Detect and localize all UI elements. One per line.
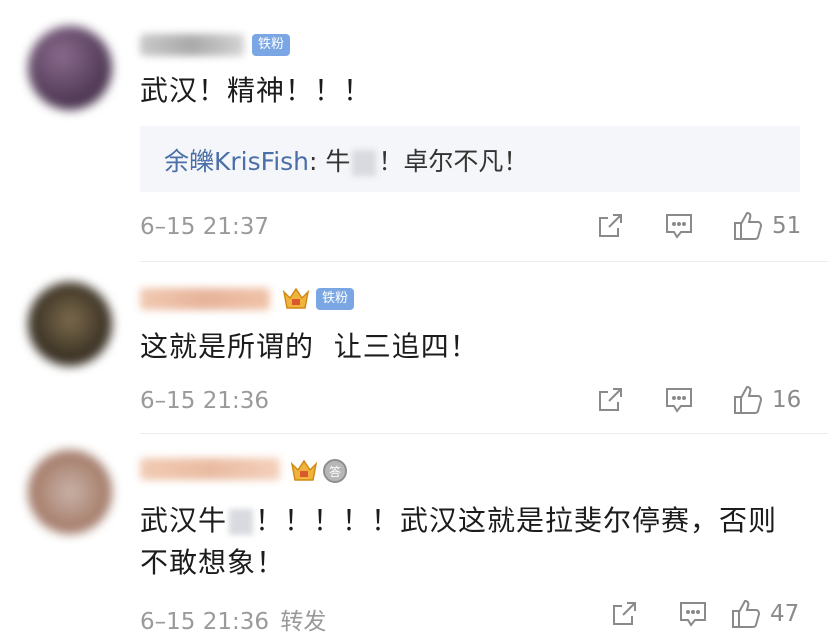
reply-text-after: ！卓尔不凡！: [378, 147, 529, 176]
comment-icon: [680, 602, 706, 627]
username[interactable]: [140, 288, 270, 310]
share-icon: [599, 214, 622, 237]
share-icon: [613, 602, 636, 625]
like-count: 47: [770, 601, 800, 627]
medal-icon: 答: [322, 458, 348, 484]
comment-text-after: ！！！！！武汉这就是拉斐尔停赛，否则: [255, 504, 778, 537]
comment-button[interactable]: [664, 386, 694, 414]
like-button[interactable]: 47: [730, 598, 799, 630]
timestamp: 6–15 21:36: [140, 609, 269, 635]
like-count: 16: [772, 387, 802, 413]
comment-text: 武汉！精神！！！: [140, 74, 373, 107]
comment-text-line2: 不敢想象！: [140, 546, 286, 579]
reply-line: 余皪KrisFish: 牛 ！卓尔不凡！: [164, 142, 528, 178]
avatar[interactable]: [28, 26, 112, 110]
like-icon: [734, 211, 763, 240]
comment-button[interactable]: [678, 600, 708, 628]
username[interactable]: [140, 458, 280, 480]
comment-icon: [666, 388, 692, 413]
avatar[interactable]: [28, 282, 112, 366]
fan-badge: 铁粉: [252, 34, 291, 56]
crown-icon: [290, 458, 318, 482]
comment-button[interactable]: [664, 212, 694, 240]
medal-text: 答: [329, 464, 341, 479]
like-button[interactable]: 51: [732, 210, 801, 242]
reply-text-before: 牛: [325, 147, 351, 176]
comment-text-before: 武汉牛: [140, 504, 228, 537]
like-icon: [734, 385, 763, 414]
comment-text: 这就是所谓的 让三追四！: [140, 330, 479, 363]
crown-icon: [282, 286, 310, 310]
censored-text: [352, 150, 377, 176]
username[interactable]: [140, 34, 244, 56]
reply-box[interactable]: 余皪KrisFish: 牛 ！卓尔不凡！: [140, 126, 800, 192]
timestamp: 6–15 21:37: [140, 214, 269, 240]
like-count: 51: [772, 213, 802, 239]
reply-username[interactable]: 余皪KrisFish: [164, 147, 309, 176]
forward-link[interactable]: 转发: [280, 609, 326, 635]
timestamp-row: 6–15 21:36 转发: [140, 602, 326, 636]
share-button[interactable]: [596, 212, 624, 240]
avatar[interactable]: [28, 450, 112, 534]
like-icon: [732, 599, 761, 628]
comment-3: 答 武汉牛 ！！！！！武汉这就是拉斐尔停赛，否则 不敢想象！ 6–15 21:36…: [0, 434, 828, 642]
like-button[interactable]: 16: [732, 384, 801, 416]
share-icon: [599, 388, 622, 411]
reply-separator: :: [309, 147, 326, 176]
comment-1: 铁粉 武汉！精神！！！ 余皪KrisFish: 牛 ！卓尔不凡！ 6–15 21:…: [0, 0, 828, 262]
fan-badge: 铁粉: [316, 288, 355, 310]
share-button[interactable]: [596, 386, 624, 414]
comment-text: 武汉牛 ！！！！！武汉这就是拉斐尔停赛，否则 不敢想象！: [140, 500, 820, 584]
comment-2: 铁粉 这就是所谓的 让三追四！ 6–15 21:36 16: [0, 262, 828, 434]
share-button[interactable]: [610, 600, 638, 628]
comment-icon: [666, 214, 692, 239]
censored-text: [229, 509, 254, 535]
timestamp: 6–15 21:36: [140, 388, 269, 414]
